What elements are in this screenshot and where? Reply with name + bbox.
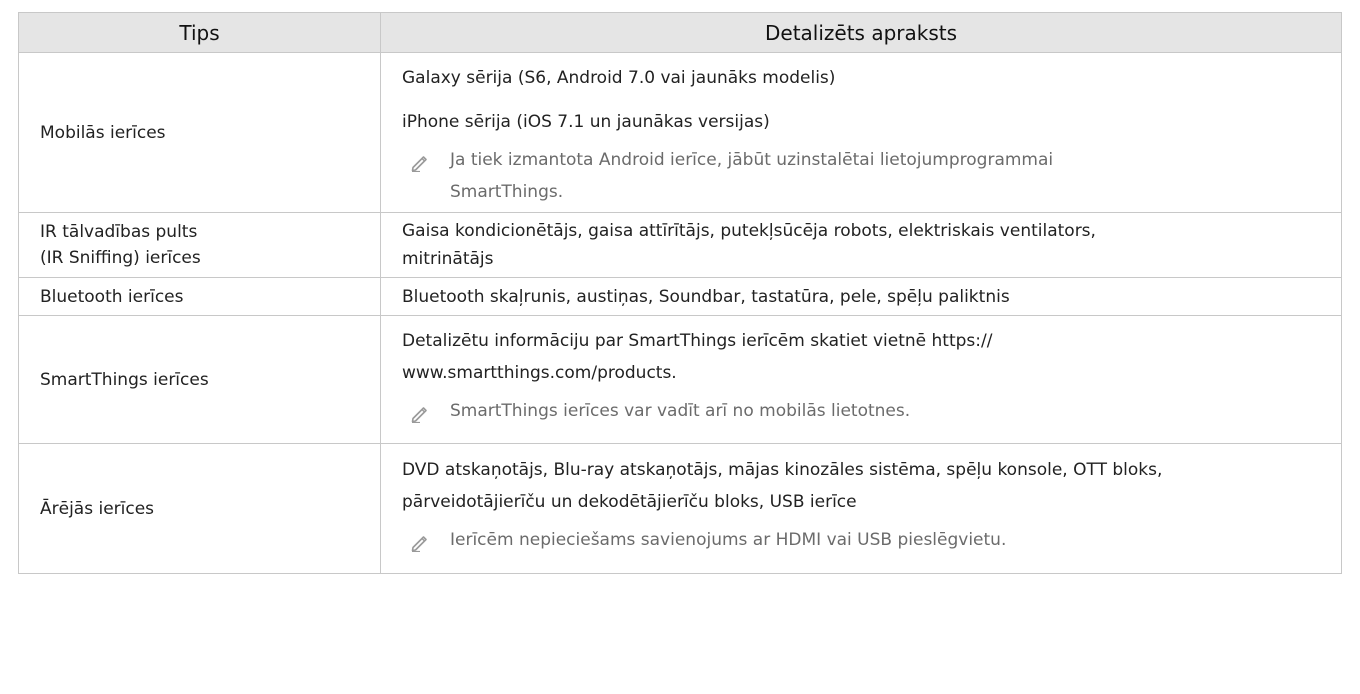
table-row: Ārējās ierīces DVD atskaņotājs, Blu-ray …: [18, 443, 1342, 574]
table-header-row: Tips Detalizēts apraksts: [18, 12, 1342, 53]
description-line: Galaxy sērija (S6, Android 7.0 vai jaunā…: [402, 67, 836, 88]
note: Ja tiek izmantota Android ierīce, jābūt …: [402, 144, 1327, 208]
table-row: IR tālvadības pults (IR Sniffing) ierīce…: [18, 212, 1342, 278]
note-line: SmartThings.: [450, 181, 564, 202]
table-row: Mobilās ierīces Galaxy sērija (S6, Andro…: [18, 52, 1342, 213]
pencil-note-icon: [410, 144, 438, 183]
note: SmartThings ierīces var vadīt arī no mob…: [402, 395, 1327, 434]
row-type: Ārējās ierīces: [18, 443, 381, 574]
row-description: Detalizētu informāciju par SmartThings i…: [380, 315, 1342, 444]
description-line: Detalizētu informāciju par SmartThings i…: [402, 331, 993, 351]
row-description: Gaisa kondicionētājs, gaisa attīrītājs, …: [380, 212, 1342, 278]
description-line: mitrinātājs: [402, 249, 494, 269]
note-line: Ja tiek izmantota Android ierīce, jābūt …: [450, 149, 1054, 170]
pencil-note-icon: [410, 395, 438, 434]
row-type: SmartThings ierīces: [18, 315, 381, 444]
device-table: Tips Detalizēts apraksts Mobilās ierīces…: [18, 12, 1342, 574]
row-description: DVD atskaņotājs, Blu-ray atskaņotājs, mā…: [380, 443, 1342, 574]
pencil-note-icon: [410, 524, 438, 563]
description-line: iPhone sērija (iOS 7.1 un jaunākas versi…: [402, 111, 770, 132]
row-type-line: (IR Sniffing) ierīces: [40, 248, 201, 268]
note-line: Ierīcēm nepieciešams savienojums ar HDMI…: [450, 530, 1007, 550]
header-type: Tips: [18, 12, 381, 53]
row-type: Bluetooth ierīces: [18, 277, 381, 316]
table-row: SmartThings ierīces Detalizētu informāci…: [18, 315, 1342, 444]
description-line: DVD atskaņotājs, Blu-ray atskaņotājs, mā…: [402, 460, 1163, 480]
row-description: Galaxy sērija (S6, Android 7.0 vai jaunā…: [380, 52, 1342, 213]
row-type-line: IR tālvadības pults: [40, 222, 198, 242]
description-line: pārveidotājierīču un dekodētājierīču blo…: [402, 492, 857, 512]
description-line: www.smartthings.com/products.: [402, 363, 677, 383]
description-line: Gaisa kondicionētājs, gaisa attīrītājs, …: [402, 221, 1096, 241]
note-line: SmartThings ierīces var vadīt arī no mob…: [450, 401, 911, 421]
header-description: Detalizēts apraksts: [380, 12, 1342, 53]
note: Ierīcēm nepieciešams savienojums ar HDMI…: [402, 524, 1327, 563]
row-type: Mobilās ierīces: [18, 52, 381, 213]
description-line: Bluetooth skaļrunis, austiņas, Soundbar,…: [402, 286, 1010, 307]
table-row: Bluetooth ierīces Bluetooth skaļrunis, a…: [18, 277, 1342, 316]
row-description: Bluetooth skaļrunis, austiņas, Soundbar,…: [380, 277, 1342, 316]
row-type: IR tālvadības pults (IR Sniffing) ierīce…: [18, 212, 381, 278]
